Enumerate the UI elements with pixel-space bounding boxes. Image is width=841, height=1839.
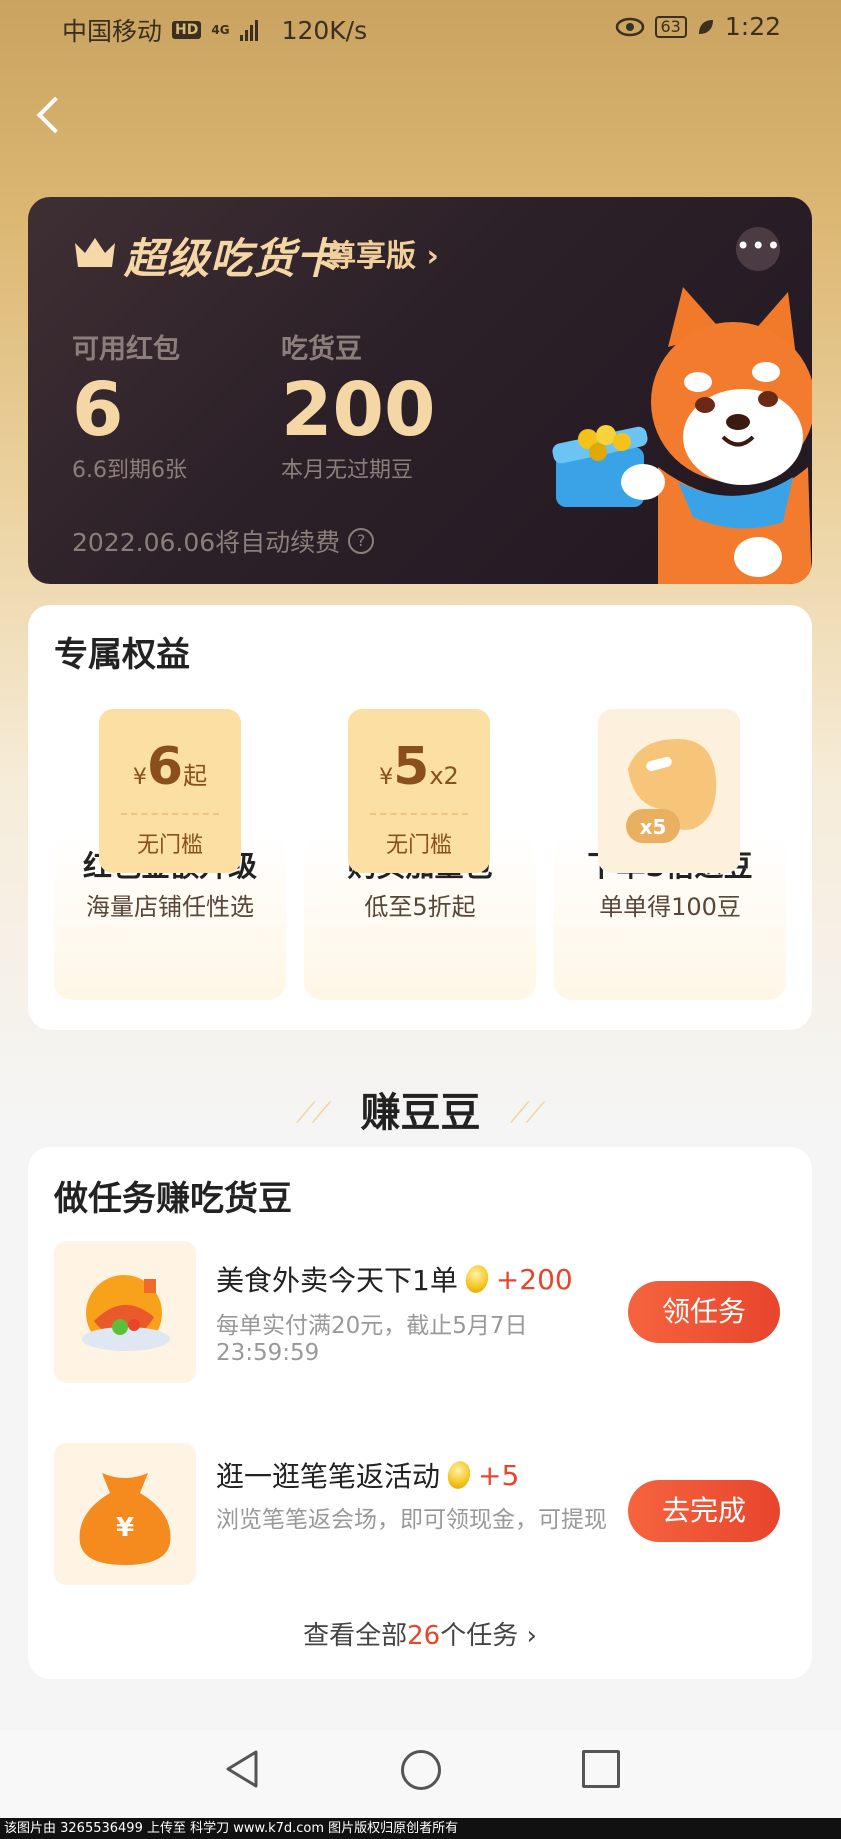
coupon-ticket[interactable]: ¥5x2 无门槛: [348, 709, 490, 873]
view-all-suffix: 个任务 ›: [440, 1621, 537, 1651]
benefit-desc: 单单得100豆: [599, 893, 741, 921]
nav-recents-icon[interactable]: [582, 1750, 620, 1788]
decor-right-icon: ⟋⟋: [510, 1096, 545, 1129]
beans-count[interactable]: 200: [281, 373, 435, 447]
eye-icon: [615, 17, 644, 36]
benefit-desc: 海量店铺任性选: [86, 893, 254, 921]
amount-value: 5: [393, 737, 430, 797]
ticket-divider: [121, 813, 219, 815]
edition-link[interactable]: 尊享版 ›: [326, 231, 439, 275]
task-description: 浏览笔笔返会场，即可领现金，可提现: [216, 1507, 607, 1533]
status-bar: 中国移动 HD 4G 120K/s 63 1:22: [0, 0, 841, 58]
benefit-desc: 低至5折起: [364, 893, 476, 921]
benefits-title: 专属权益: [54, 635, 190, 675]
food-icon: [82, 1275, 170, 1351]
network-type: 4G: [211, 23, 230, 37]
task-title: 逛一逛笔笔返活动: [216, 1460, 441, 1493]
leaf-icon: [698, 19, 713, 34]
signal-icon: [239, 19, 258, 41]
coupon-amount: ¥6起: [99, 737, 241, 797]
task-count: 26: [407, 1621, 441, 1651]
task-thumbnail: [54, 1241, 196, 1383]
coupon-ticket[interactable]: ¥6起 无门槛: [99, 709, 241, 873]
shiba-mascot-icon: [552, 287, 812, 584]
task-title: 美食外卖今天下1单: [216, 1264, 458, 1297]
help-icon[interactable]: ?: [348, 528, 375, 554]
coupon-amount: ¥5x2: [348, 737, 490, 797]
red-packet-count[interactable]: 6: [72, 373, 124, 447]
vip-card[interactable]: 超级吃货卡 尊享版 › ••• 可用红包 6 6.6到期6张 吃货豆 200 本…: [28, 197, 812, 584]
crown-icon: [75, 238, 115, 267]
amount-suffix: 起: [183, 762, 208, 790]
beans-label: 吃货豆: [281, 334, 362, 365]
threshold-label: 无门槛: [136, 833, 203, 858]
network-speed: 120K/s: [281, 15, 368, 45]
more-options-button[interactable]: •••: [736, 227, 780, 271]
tasks-title: 做任务赚吃货豆: [54, 1179, 292, 1219]
red-packet-expiry: 6.6到期6张: [72, 458, 187, 483]
nav-home-icon[interactable]: [401, 1750, 441, 1790]
amount-suffix: x2: [429, 762, 459, 790]
beans-note: 本月无过期豆: [281, 458, 414, 483]
carrier-label: 中国移动: [62, 17, 163, 46]
multiplier-badge: x5: [639, 815, 667, 839]
clock: 1:22: [724, 12, 781, 41]
task-bonus: +200: [495, 1262, 573, 1296]
bean-icon: [626, 739, 717, 843]
watermark-text: 该图片由 3265536499 上传至 科学刀 www.k7d.com 图片版权…: [0, 1818, 841, 1839]
bean-multiplier-card[interactable]: x5: [598, 709, 740, 873]
task-bonus: +5: [478, 1458, 520, 1492]
battery-icon: 63: [654, 15, 687, 38]
vip-card-title: 超级吃货卡: [124, 234, 340, 283]
task-thumbnail: ¥: [54, 1443, 196, 1585]
bean-icon: [462, 1262, 492, 1296]
task-description: 每单实付满20元，截止5月7日 23:59:59: [216, 1313, 528, 1366]
tasks-card: 做任务赚吃货豆 美食外卖今天下1单 +200 每单实付满20元，截止5月7日 2…: [28, 1147, 812, 1679]
nav-back-icon[interactable]: [222, 1748, 262, 1790]
renew-text: 2022.06.06将自动续费: [72, 528, 341, 557]
system-nav-bar: [0, 1730, 841, 1818]
view-all-prefix: 查看全部: [303, 1621, 408, 1651]
view-all-tasks-link[interactable]: 查看全部26个任务 ›: [28, 1615, 812, 1652]
earn-beans-heading: 赚豆豆: [360, 1090, 481, 1136]
task-title-row: 逛一逛笔笔返活动 +5: [216, 1455, 519, 1495]
claim-task-button[interactable]: 领任务: [628, 1281, 780, 1343]
red-packet-label: 可用红包: [72, 334, 180, 365]
threshold-label: 无门槛: [385, 833, 452, 858]
ticket-divider: [370, 813, 468, 815]
bean-icon: [444, 1458, 474, 1492]
currency-symbol: ¥: [379, 765, 394, 790]
amount-value: 6: [146, 737, 184, 797]
currency-symbol: ¥: [132, 765, 147, 790]
complete-task-button[interactable]: 去完成: [628, 1480, 780, 1542]
task-title-row: 美食外卖今天下1单 +200: [216, 1259, 573, 1299]
hd-icon: HD: [172, 21, 202, 39]
auto-renew-notice: 2022.06.06将自动续费 ?: [72, 523, 375, 559]
benefits-card: 专属权益 红包金额升级 海量店铺任性选 ¥6起 无门槛 购买加量包 低至5折起 …: [28, 605, 812, 1030]
currency-symbol: ¥: [115, 1513, 135, 1543]
